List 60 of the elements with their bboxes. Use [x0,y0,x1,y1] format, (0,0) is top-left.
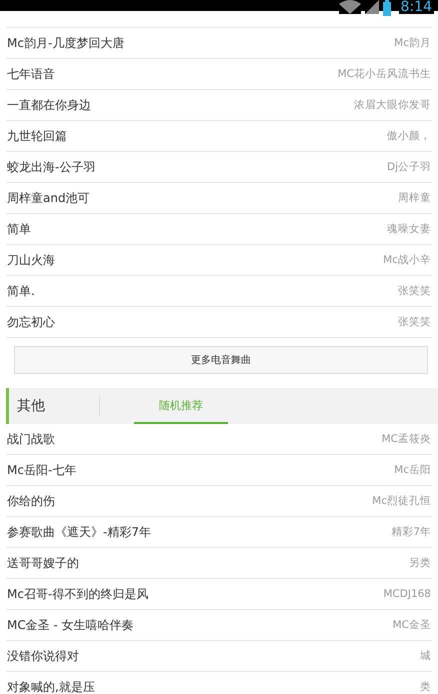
section-title: 其他 [16,397,46,416]
song-row[interactable]: 九世轮回篇 傲小颜， [6,121,432,152]
artist-name: 浓眉大眼你发哥 [354,98,431,112]
song-title: 对象喊的,就是压 [7,678,95,694]
song-row[interactable]: 送哥哥嫂子的 另类 [6,548,432,579]
song-row[interactable]: 刀山火海 Mc战小辛 [6,245,432,276]
song-row[interactable]: 战门战歌 MC孟筱炎 [6,424,432,455]
artist-name: 周梓童 [398,191,431,205]
song-row[interactable]: 周梓童and池可 周梓童 [6,183,432,214]
song-title: 九世轮回篇 [7,128,67,144]
song-title: 没错你说得对 [7,648,79,664]
song-row[interactable]: MC金圣 - 女生嘻哈伴奏 MC金圣 [6,610,432,641]
song-title: 蛟龙出海-公子羽 [7,158,96,176]
song-title: 刀山火海 [7,252,55,268]
song-title: 七年语音 [7,66,55,82]
artist-name: MC孟筱炎 [382,432,431,446]
artist-name: 魂噪女妻 [387,222,431,236]
artist-name: MC花小岳风流书生 [338,67,431,81]
artist-name: Mc烈徒孔恒 [372,494,431,508]
song-title: Mc召哥-得不到的终归是风 [7,586,148,602]
song-row[interactable]: 参赛歌曲《遮天》-精彩7年 精彩7年 [6,517,432,548]
artist-name: Mc岳阳 [394,463,431,477]
song-row[interactable]: 简单. 张笑笑 [6,276,432,307]
artist-name: 傲小颜， [387,129,431,143]
song-row[interactable]: Mc韵月-几度梦回大唐 Mc韵月 [6,28,432,59]
artist-name: MCDJ168 [383,588,431,600]
song-title: 战门战歌 [7,430,55,448]
song-title: MC金圣 - 女生嘻哈伴奏 [7,616,134,634]
song-row[interactable]: 简单 魂噪女妻 [6,214,432,245]
artist-name: 另类 [409,556,431,570]
clock-time: 8:14 [398,0,434,14]
artist-name: MC金圣 [392,618,431,632]
artist-name: 精彩7年 [391,525,431,539]
song-title: Mc韵月-几度梦回大唐 [7,34,124,52]
artist-name: Dj公子羽 [386,160,431,174]
song-title: 一直都在你身边 [7,96,91,114]
song-row[interactable]: 蛟龙出海-公子羽 Dj公子羽 [6,152,432,183]
artist-name: 张笑笑 [398,284,431,298]
song-row[interactable]: 一直都在你身边 浓眉大眼你发哥 [6,90,432,121]
more-button[interactable]: 更多电音舞曲 [14,346,428,374]
artist-name: Mc韵月 [394,36,431,50]
song-title: 简单. [7,282,35,300]
song-title: 简单 [7,220,31,238]
song-title: 送哥哥嫂子的 [7,554,79,572]
song-title: 你给的伤 [7,492,55,510]
song-row[interactable]: 勿忘初心 张笑笑 [6,307,432,338]
song-row[interactable]: Mc岳阳-七年 Mc岳阳 [6,455,432,486]
song-row[interactable]: 你给的伤 Mc烈徒孔恒 [6,486,432,517]
artist-name: 类 [420,680,431,694]
artist-name: Mc战小辛 [383,253,431,267]
song-title: Mc岳阳-七年 [7,462,76,478]
song-title: 参赛歌曲《遮天》-精彩7年 [7,524,151,540]
song-row[interactable]: 七年语音 MC花小岳风流书生 [6,59,432,90]
song-title: 周梓童and池可 [7,190,90,206]
song-row[interactable]: 没错你说得对 城 [6,641,432,672]
artist-name: 张笑笑 [398,315,431,329]
song-row[interactable]: 对象喊的,就是压 类 [6,672,432,694]
artist-name: 城 [420,649,431,663]
song-title: 勿忘初心 [7,314,55,330]
song-row[interactable]: Mc召哥-得不到的终归是风 MCDJ168 [6,579,432,610]
